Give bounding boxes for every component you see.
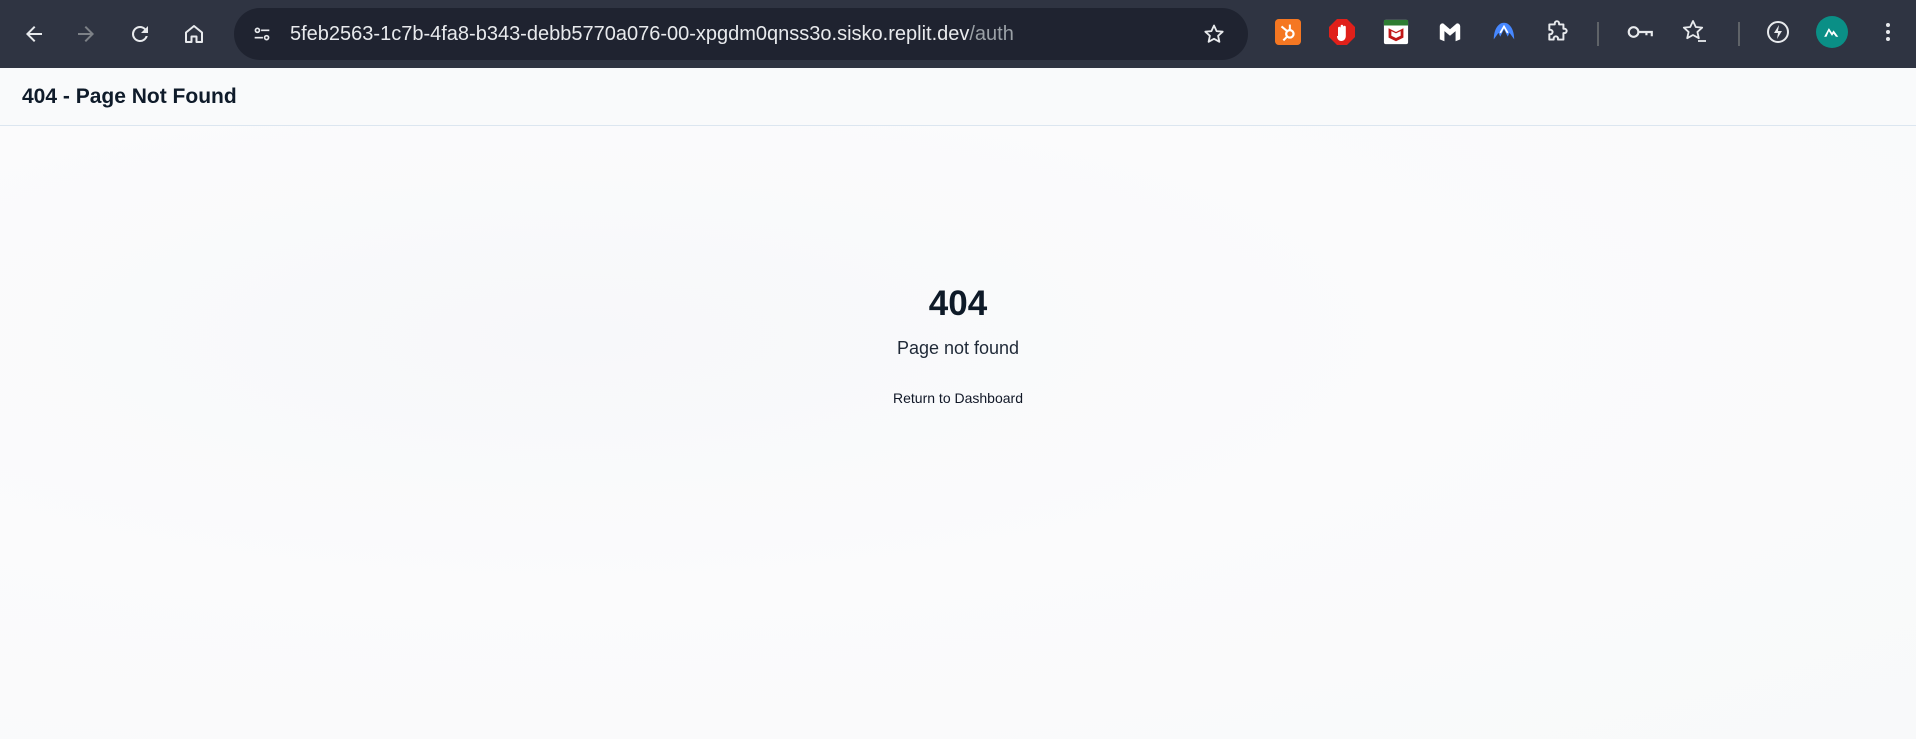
forward-arrow-icon	[78, 26, 94, 42]
extensions-puzzle-icon	[1548, 20, 1568, 41]
extensions-button[interactable]	[1542, 16, 1574, 48]
error-message: Page not found	[896, 338, 1020, 358]
site-info-button[interactable]	[246, 18, 278, 50]
back-arrow-icon	[26, 26, 42, 42]
performance-button[interactable]	[1762, 16, 1794, 48]
home-button[interactable]	[174, 14, 214, 54]
back-button[interactable]	[14, 14, 54, 54]
mcafee-extension[interactable]	[1380, 16, 1412, 48]
nordvpn-icon	[1493, 22, 1515, 40]
star-icon	[1204, 24, 1224, 43]
tune-icon	[254, 27, 270, 41]
more-vert-icon	[1886, 23, 1890, 41]
hubspot-icon	[1275, 19, 1301, 45]
page-header: 404 - Page Not Found	[0, 68, 1916, 126]
star-list-icon	[1682, 20, 1706, 42]
return-link-container: Return to Dashboard	[0, 390, 1916, 406]
toolbar-separator	[1597, 22, 1599, 46]
reload-icon	[132, 25, 148, 42]
toolbar-separator	[1738, 22, 1740, 46]
browser-toolbar: 5feb2563-1c7b-4fa8-b343-debb5770a076-00-…	[0, 0, 1916, 68]
bookmark-star-button[interactable]	[1200, 20, 1228, 48]
energy-saver-icon	[1767, 21, 1789, 43]
page-title: 404 - Page Not Found	[22, 85, 237, 108]
forward-button[interactable]	[66, 14, 106, 54]
address-bar[interactable]: 5feb2563-1c7b-4fa8-b343-debb5770a076-00-…	[234, 8, 1248, 60]
url-host: 5feb2563-1c7b-4fa8-b343-debb5770a076-00-…	[290, 23, 970, 45]
adblock-icon	[1329, 19, 1355, 45]
key-icon	[1627, 26, 1653, 38]
hubspot-extension[interactable]	[1272, 16, 1304, 48]
malwarebytes-extension[interactable]	[1434, 16, 1466, 48]
mcafee-icon	[1383, 19, 1409, 45]
malwarebytes-icon	[1439, 23, 1461, 42]
adblock-extension[interactable]	[1326, 16, 1358, 48]
profile-avatar[interactable]	[1816, 16, 1848, 48]
bookmarks-button[interactable]	[1678, 16, 1710, 48]
url-path: /auth	[969, 23, 1014, 45]
url-text[interactable]: 5feb2563-1c7b-4fa8-b343-debb5770a076-00-…	[290, 8, 1014, 60]
profile-logo-icon	[1824, 28, 1839, 37]
return-to-dashboard-link[interactable]: Return to Dashboard	[893, 390, 1023, 406]
nordvpn-extension[interactable]	[1488, 16, 1520, 48]
browser-menu-button[interactable]	[1872, 16, 1904, 48]
reload-button[interactable]	[120, 14, 160, 54]
error-code: 404	[928, 284, 988, 323]
page-viewport: 404 - Page Not Found 404 Page not found …	[0, 68, 1916, 739]
password-manager-button[interactable]	[1624, 16, 1656, 48]
home-icon	[185, 25, 203, 43]
